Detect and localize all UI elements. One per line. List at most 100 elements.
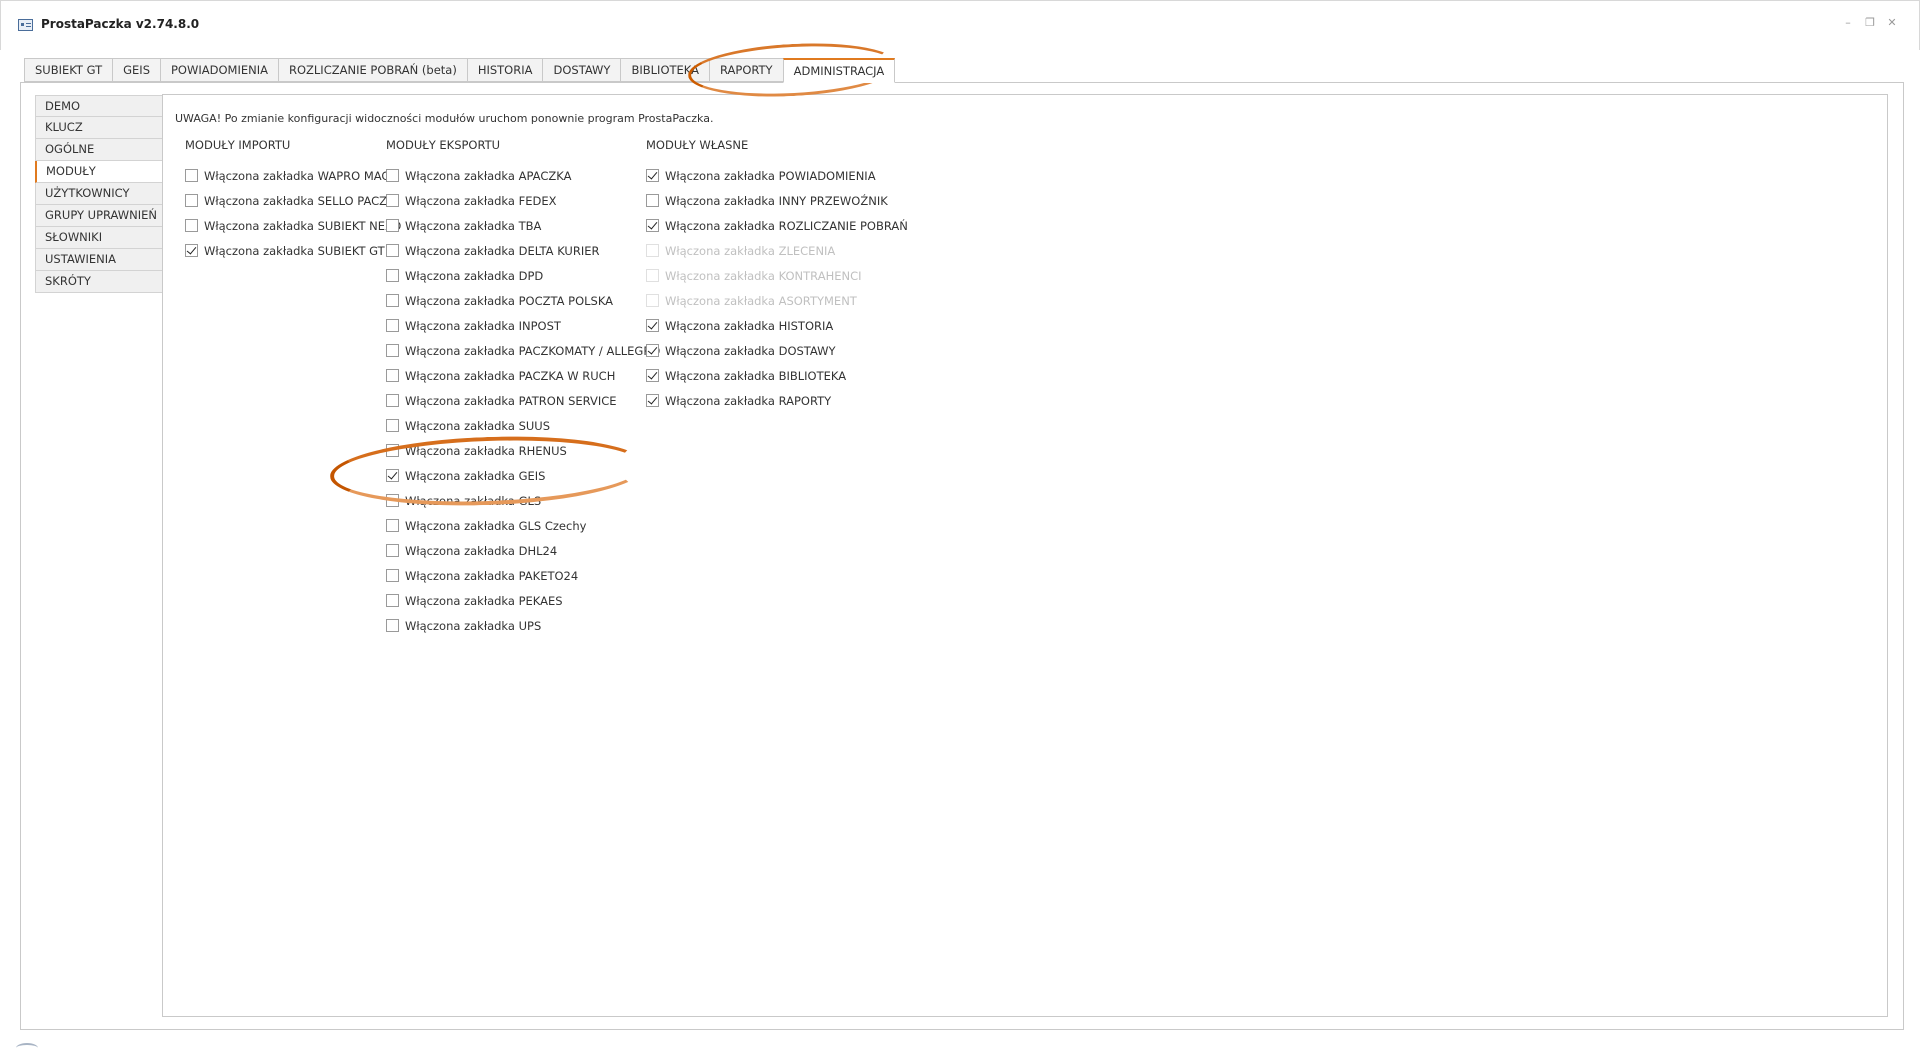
checkbox-label: Włączona zakładka DELTA KURIER bbox=[405, 243, 600, 258]
module-toggle-rhenus[interactable]: Włączona zakładka RHENUS bbox=[386, 438, 660, 463]
checkbox-inny-przewoznik[interactable] bbox=[646, 194, 659, 207]
module-toggle-powiadomienia[interactable]: Włączona zakładka POWIADOMIENIA bbox=[646, 163, 908, 188]
module-toggle-dpd[interactable]: Włączona zakładka DPD bbox=[386, 263, 660, 288]
tab-geis[interactable]: GEIS bbox=[112, 58, 160, 82]
sidenav-item-uzytkownicy[interactable]: UŻYTKOWNICY bbox=[35, 183, 163, 205]
checkbox-patron-service[interactable] bbox=[386, 394, 399, 407]
module-toggle-delta-kurier[interactable]: Włączona zakładka DELTA KURIER bbox=[386, 238, 660, 263]
checkbox-sello-paczki[interactable] bbox=[185, 194, 198, 207]
module-toggle-paketo24[interactable]: Włączona zakładka PAKETO24 bbox=[386, 563, 660, 588]
restart-warning: UWAGA! Po zmianie konfiguracji widocznoś… bbox=[175, 112, 714, 125]
module-toggle-raporty[interactable]: Włączona zakładka RAPORTY bbox=[646, 388, 908, 413]
module-toggle-paczka-w-ruch[interactable]: Włączona zakładka PACZKA W RUCH bbox=[386, 363, 660, 388]
tab-historia[interactable]: HISTORIA bbox=[466, 58, 543, 82]
checkbox-rhenus[interactable] bbox=[386, 444, 399, 457]
sidenav-item-skroty[interactable]: SKRÓTY bbox=[35, 271, 163, 293]
module-toggle-biblioteka[interactable]: Włączona zakładka BIBLIOTEKA bbox=[646, 363, 908, 388]
checkbox-asortyment bbox=[646, 294, 659, 307]
checkbox-label: Włączona zakładka GLS Czechy bbox=[405, 518, 587, 533]
module-toggle-ups[interactable]: Włączona zakładka UPS bbox=[386, 613, 660, 638]
module-toggle-poczta-polska[interactable]: Włączona zakładka POCZTA POLSKA bbox=[386, 288, 660, 313]
module-toggle-geis[interactable]: Włączona zakładka GEIS bbox=[386, 463, 660, 488]
tab-subiekt-gt[interactable]: SUBIEKT GT bbox=[24, 58, 113, 82]
restore-icon[interactable]: ❐ bbox=[1865, 17, 1875, 28]
checkbox-tba[interactable] bbox=[386, 219, 399, 232]
module-toggle-subiekt-nexo[interactable]: Włączona zakładka SUBIEKT NEXO bbox=[185, 213, 401, 238]
checkbox-suus[interactable] bbox=[386, 419, 399, 432]
module-toggle-historia[interactable]: Włączona zakładka HISTORIA bbox=[646, 313, 908, 338]
module-toggle-dostawy[interactable]: Włączona zakładka DOSTAWY bbox=[646, 338, 908, 363]
module-toggle-gls-czechy[interactable]: Włączona zakładka GLS Czechy bbox=[386, 513, 660, 538]
close-icon[interactable]: ✕ bbox=[1887, 17, 1897, 28]
sidenav-item-ustawienia[interactable]: USTAWIENIA bbox=[35, 249, 163, 271]
module-toggle-wapro-mag[interactable]: Włączona zakładka WAPRO MAG bbox=[185, 163, 401, 188]
tab-powiadomienia[interactable]: POWIADOMIENIA bbox=[160, 58, 278, 82]
sidenav-item-klucz[interactable]: KLUCZ bbox=[35, 117, 163, 139]
checkbox-raporty[interactable] bbox=[646, 394, 659, 407]
title-bar: ProstaPaczka v2.74.8.0 – ❐ ✕ bbox=[0, 0, 1920, 50]
checkbox-paczka-w-ruch[interactable] bbox=[386, 369, 399, 382]
checkbox-powiadomienia[interactable] bbox=[646, 169, 659, 182]
checkbox-delta-kurier[interactable] bbox=[386, 244, 399, 257]
checkbox-label: Włączona zakładka GEIS bbox=[405, 468, 546, 483]
module-toggle-fedex[interactable]: Włączona zakładka FEDEX bbox=[386, 188, 660, 213]
checkbox-label: Włączona zakładka GLS bbox=[405, 493, 542, 508]
window-controls: – ❐ ✕ bbox=[1843, 17, 1897, 28]
checkbox-dpd[interactable] bbox=[386, 269, 399, 282]
checkbox-gls[interactable] bbox=[386, 494, 399, 507]
module-toggle-dhl24[interactable]: Włączona zakładka DHL24 bbox=[386, 538, 660, 563]
module-toggle-rozliczanie-pobran[interactable]: Włączona zakładka ROZLICZANIE POBRAŃ bbox=[646, 213, 908, 238]
tab-administracja[interactable]: ADMINISTRACJA bbox=[782, 58, 896, 83]
sidenav-item-grupy-uprawnien[interactable]: GRUPY UPRAWNIEŃ bbox=[35, 205, 163, 227]
tab-dostawy[interactable]: DOSTAWY bbox=[542, 58, 621, 82]
checkbox-historia[interactable] bbox=[646, 319, 659, 332]
checkbox-poczta-polska[interactable] bbox=[386, 294, 399, 307]
checkbox-fedex[interactable] bbox=[386, 194, 399, 207]
module-toggle-suus[interactable]: Włączona zakładka SUUS bbox=[386, 413, 660, 438]
sidenav-item-demo[interactable]: DEMO bbox=[35, 95, 163, 117]
module-toggle-inpost[interactable]: Włączona zakładka INPOST bbox=[386, 313, 660, 338]
checkbox-pekaes[interactable] bbox=[386, 594, 399, 607]
module-toggle-pekaes[interactable]: Włączona zakładka PEKAES bbox=[386, 588, 660, 613]
checkbox-dhl24[interactable] bbox=[386, 544, 399, 557]
checkbox-label: Włączona zakładka RAPORTY bbox=[665, 393, 832, 408]
checkbox-label: Włączona zakładka SUUS bbox=[405, 418, 551, 433]
module-toggle-kontrahenci: Włączona zakładka KONTRAHENCI bbox=[646, 263, 908, 288]
sidenav-item-ogolne[interactable]: OGÓLNE bbox=[35, 139, 163, 161]
module-toggle-inny-przewoznik[interactable]: Włączona zakładka INNY PRZEWOŹNIK bbox=[646, 188, 908, 213]
sidenav-item-slowniki[interactable]: SŁOWNIKI bbox=[35, 227, 163, 249]
module-toggle-sello-paczki[interactable]: Włączona zakładka SELLO PACZKI bbox=[185, 188, 401, 213]
export-modules-header: MODUŁY EKSPORTU bbox=[386, 138, 501, 152]
checkbox-label: Włączona zakładka HISTORIA bbox=[665, 318, 834, 333]
sidenav-item-moduly[interactable]: MODUŁY bbox=[35, 161, 163, 183]
checkbox-subiekt-gt[interactable] bbox=[185, 244, 198, 257]
module-toggle-tba[interactable]: Włączona zakładka TBA bbox=[386, 213, 660, 238]
checkbox-dostawy[interactable] bbox=[646, 344, 659, 357]
checkbox-label: Włączona zakładka POCZTA POLSKA bbox=[405, 293, 614, 308]
checkbox-ups[interactable] bbox=[386, 619, 399, 632]
checkbox-gls-czechy[interactable] bbox=[386, 519, 399, 532]
module-toggle-patron-service[interactable]: Włączona zakładka PATRON SERVICE bbox=[386, 388, 660, 413]
module-toggle-gls[interactable]: Włączona zakładka GLS bbox=[386, 488, 660, 513]
checkbox-paketo24[interactable] bbox=[386, 569, 399, 582]
tab-rozliczanie-pobran-beta[interactable]: ROZLICZANIE POBRAŃ (beta) bbox=[277, 58, 467, 82]
checkbox-wapro-mag[interactable] bbox=[185, 169, 198, 182]
module-toggle-paczkomaty-allegro[interactable]: Włączona zakładka PACZKOMATY / ALLEGRO bbox=[386, 338, 660, 363]
module-toggle-apaczka[interactable]: Włączona zakładka APACZKA bbox=[386, 163, 660, 188]
export-modules-column: MODUŁY EKSPORTU Włączona zakładka APACZK… bbox=[386, 138, 660, 638]
checkbox-label: Włączona zakładka DPD bbox=[405, 268, 544, 283]
checkbox-paczkomaty-allegro[interactable] bbox=[386, 344, 399, 357]
module-toggle-subiekt-gt[interactable]: Włączona zakładka SUBIEKT GT bbox=[185, 238, 401, 263]
tab-biblioteka[interactable]: BIBLIOTEKA bbox=[620, 58, 709, 82]
checkbox-geis[interactable] bbox=[386, 469, 399, 482]
checkbox-rozliczanie-pobran[interactable] bbox=[646, 219, 659, 232]
checkbox-label: Włączona zakładka POWIADOMIENIA bbox=[665, 168, 876, 183]
checkbox-subiekt-nexo[interactable] bbox=[185, 219, 198, 232]
checkbox-biblioteka[interactable] bbox=[646, 369, 659, 382]
minimize-icon[interactable]: – bbox=[1843, 17, 1853, 28]
checkbox-apaczka[interactable] bbox=[386, 169, 399, 182]
own-modules-column: MODUŁY WŁASNE Włączona zakładka POWIADOM… bbox=[646, 138, 908, 413]
checkbox-inpost[interactable] bbox=[386, 319, 399, 332]
tab-raporty[interactable]: RAPORTY bbox=[709, 58, 783, 82]
app-window-icon bbox=[18, 19, 33, 31]
